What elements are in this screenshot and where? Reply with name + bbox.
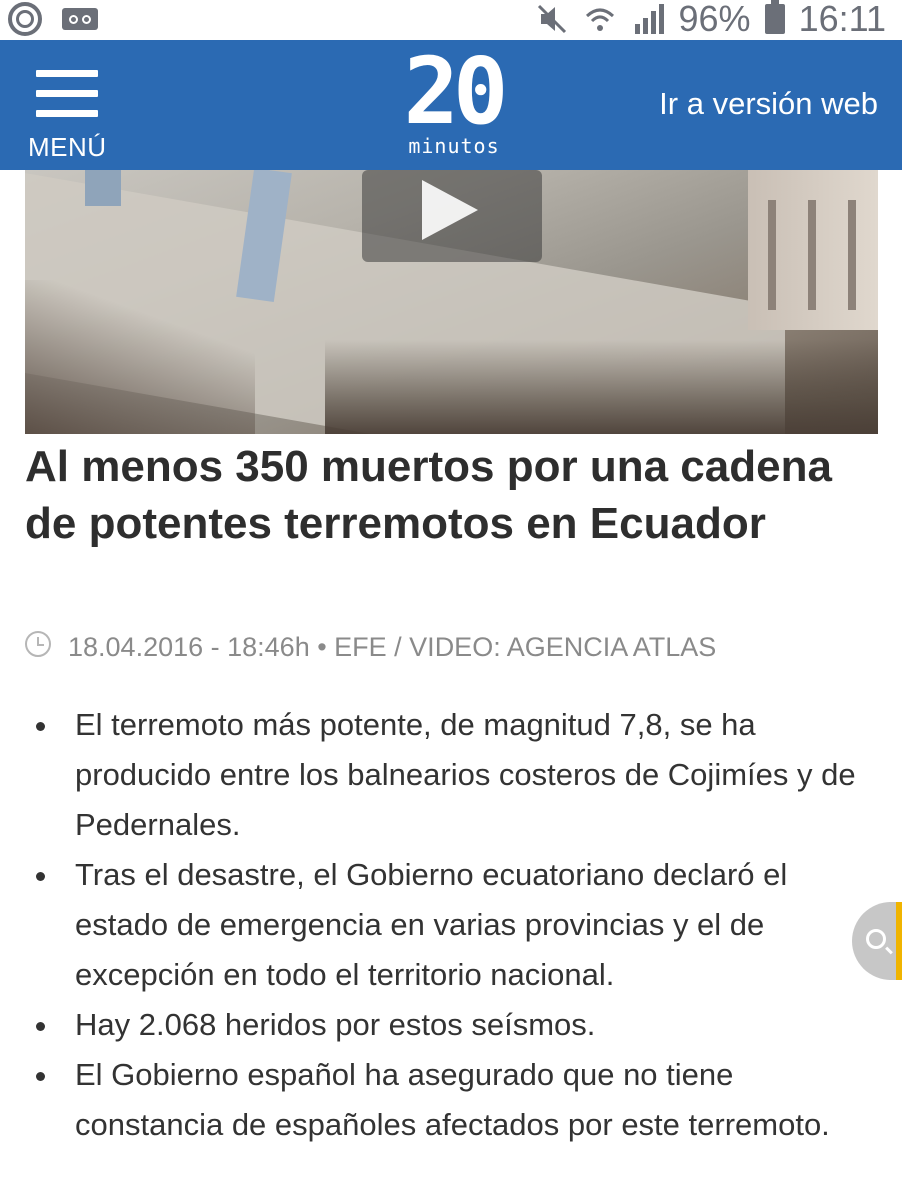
signal-icon [634,4,664,34]
battery-icon [764,0,785,34]
list-item: El Gobierno español ha asegurado que no … [28,1050,888,1150]
menu-label: MENÚ [28,132,107,162]
list-item: Hay 2.068 heridos por estos seísmos. [28,1000,888,1050]
voicemail-icon [62,8,98,30]
article-meta: 18.04.2016 - 18:46h • EFE / VIDEO: AGENC… [25,630,717,663]
clock-time: 16:11 [798,0,886,39]
play-icon[interactable] [362,170,542,262]
wifi-icon [585,8,614,31]
status-right-icons: 96% 16:11 [535,0,886,40]
article-date-source: 18.04.2016 - 18:46h • EFE / VIDEO: AGENC… [68,632,717,662]
video-thumbnail[interactable] [25,170,878,434]
clock-icon [25,630,51,657]
list-item: Tras el desastre, el Gobierno ecuatorian… [28,850,888,1000]
article-headline: Al menos 350 muertos por una cadena de p… [25,442,832,548]
logo-word: minutos [408,134,500,158]
article-summary-list: El terremoto más potente, de magnitud 7,… [28,700,888,1150]
list-item: El terremoto más potente, de magnitud 7,… [28,700,888,850]
desktop-version-link[interactable]: Ir a versión web [659,86,878,122]
status-left-icons [8,2,98,36]
ring-notification-icon [8,2,42,36]
logo-number: 20 [403,38,509,145]
menu-button[interactable]: MENÚ [26,66,110,166]
status-bar: 96% 16:11 [0,0,902,40]
site-header: MENÚ 20 minutos Ir a versión web [0,40,902,170]
search-icon [866,929,886,949]
site-logo[interactable]: 20 minutos [398,42,509,160]
mute-icon [537,4,566,34]
battery-percentage: 96% [678,0,751,39]
hamburger-icon [36,70,98,118]
